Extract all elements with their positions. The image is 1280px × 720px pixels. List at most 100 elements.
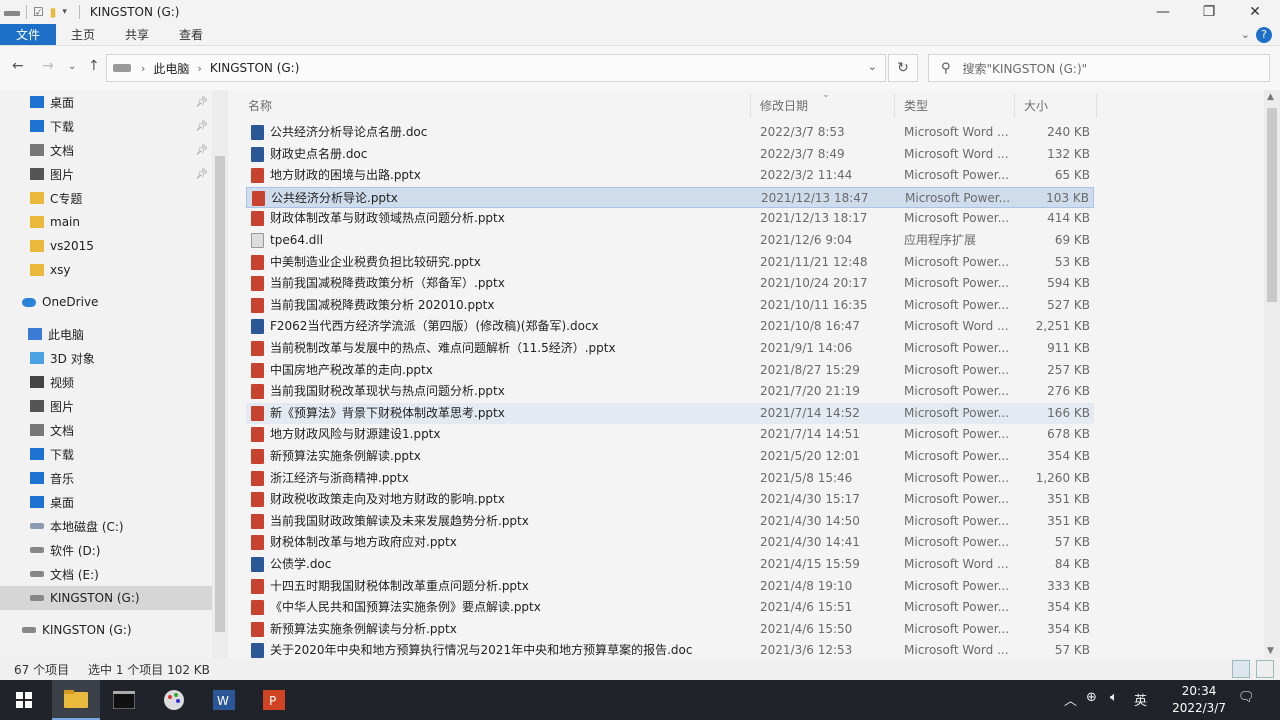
column-header-name[interactable]: 名称 bbox=[248, 94, 272, 118]
refresh-button[interactable]: ↻ bbox=[888, 54, 918, 82]
file-row[interactable]: 中国房地产税改革的走向.pptx 2021/8/27 15:29 Microsoft… bbox=[246, 360, 1094, 381]
tab-share[interactable]: 共享 bbox=[110, 24, 164, 45]
scroll-down-icon[interactable]: ▼ bbox=[1267, 646, 1274, 656]
sidebar-item[interactable]: 桌面 bbox=[0, 490, 212, 514]
column-header-type[interactable]: 类型 bbox=[904, 94, 928, 118]
taskbar-file-explorer[interactable] bbox=[52, 680, 100, 720]
file-list-scrollbar[interactable]: ▲ ▼ bbox=[1264, 90, 1280, 658]
tab-file[interactable]: 文件 bbox=[0, 24, 57, 45]
sidebar-item[interactable]: 此电脑 bbox=[0, 322, 212, 346]
column-header-date[interactable]: 修改日期 bbox=[760, 94, 808, 118]
start-button[interactable] bbox=[0, 680, 48, 720]
taskbar-powerpoint[interactable]: P bbox=[250, 680, 298, 720]
file-row[interactable]: 浙江经济与浙商精神.pptx 2021/5/8 15:46 Microsoft Po… bbox=[246, 468, 1094, 489]
sidebar-item[interactable]: 本地磁盘 (C:) bbox=[0, 514, 212, 538]
volume-icon[interactable]: 🔈︎ bbox=[1110, 690, 1118, 705]
sidebar-item[interactable]: 图片 📌︎ bbox=[0, 162, 212, 186]
file-row[interactable]: 地方财政的困境与出路.pptx 2022/3/2 11:44 Microsoft P… bbox=[246, 165, 1094, 186]
sidebar-item[interactable]: KINGSTON (G:) bbox=[0, 618, 212, 642]
chevron-down-icon[interactable]: ⌄ bbox=[868, 60, 877, 73]
sidebar-item[interactable]: OneDrive bbox=[0, 290, 212, 314]
scrollbar-thumb[interactable] bbox=[215, 156, 225, 632]
sidebar-item[interactable]: vs2015 bbox=[0, 234, 212, 258]
forward-button[interactable]: → bbox=[42, 58, 54, 74]
file-row[interactable]: 新预算法实施条例解读.pptx 2021/5/20 12:01 Microsoft … bbox=[246, 446, 1094, 467]
customize-quick-access-icon[interactable]: ▾ bbox=[62, 7, 67, 17]
recent-locations-icon[interactable]: ⌄ bbox=[68, 61, 76, 72]
scrollbar-thumb[interactable] bbox=[1267, 108, 1277, 302]
notification-icon[interactable]: 🗨︎ bbox=[1238, 690, 1255, 705]
column-divider[interactable] bbox=[750, 94, 751, 118]
breadcrumb-this-pc[interactable]: 此电脑 bbox=[153, 60, 189, 77]
palette-icon bbox=[164, 690, 184, 710]
file-row[interactable]: 当前我国财税改革现状与热点问题分析.pptx 2021/7/20 21:19 Mic… bbox=[246, 381, 1094, 402]
sidebar-item[interactable]: 音乐 bbox=[0, 466, 212, 490]
sidebar-item[interactable]: 下载 📌︎ bbox=[0, 114, 212, 138]
sidebar-item[interactable]: 软件 (D:) bbox=[0, 538, 212, 562]
file-row[interactable]: 新预算法实施条例解读与分析.pptx 2021/4/6 15:50 Microsof… bbox=[246, 619, 1094, 640]
taskbar-terminal[interactable] bbox=[100, 680, 148, 720]
sidebar-item[interactable]: 桌面 📌︎ bbox=[0, 90, 212, 114]
file-row[interactable]: 公共经济分析导论.pptx 2021/12/13 18:47 Microsoft P… bbox=[246, 186, 1094, 208]
sidebar-item[interactable]: KINGSTON (G:) bbox=[0, 586, 212, 610]
column-divider[interactable] bbox=[1014, 94, 1015, 118]
new-folder-icon[interactable]: ▮ bbox=[50, 5, 57, 19]
address-bar[interactable]: › 此电脑 › KINGSTON (G:) ⌄ bbox=[106, 54, 886, 82]
file-row[interactable]: 《中华人民共和国预算法实施条例》要点解读.pptx 2021/4/6 15:51 M… bbox=[246, 597, 1094, 618]
sidebar-item[interactable]: 3D 对象 bbox=[0, 346, 212, 370]
breadcrumb-kingston[interactable]: KINGSTON (G:) bbox=[210, 61, 300, 75]
taskbar-paint[interactable] bbox=[150, 680, 198, 720]
sidebar-item[interactable]: main bbox=[0, 210, 212, 234]
folder-icon bbox=[30, 240, 44, 252]
file-row[interactable]: 当前我国财政政策解读及未来发展趋势分析.pptx 2021/4/30 14:50 M… bbox=[246, 511, 1094, 532]
file-row[interactable]: 财税体制改革与地方政府应对.pptx 2021/4/30 14:41 Microso… bbox=[246, 532, 1094, 553]
column-header-size[interactable]: 大小 bbox=[1024, 94, 1048, 118]
sidebar-item[interactable]: 文档 📌︎ bbox=[0, 138, 212, 162]
file-row[interactable]: 地方财政风险与财源建设1.pptx 2021/7/14 14:51 Microsof… bbox=[246, 424, 1094, 445]
close-button[interactable]: ✕ bbox=[1232, 0, 1278, 24]
tab-view[interactable]: 查看 bbox=[164, 24, 218, 45]
file-row[interactable]: 中美制造业企业税费负担比较研究.pptx 2021/11/21 12:48 Micr… bbox=[246, 252, 1094, 273]
clock[interactable]: 20:34 2022/3/7 bbox=[1172, 683, 1226, 717]
column-divider[interactable] bbox=[1096, 94, 1097, 118]
sidebar-item[interactable]: C专题 bbox=[0, 186, 212, 210]
file-row[interactable]: 公债学.doc 2021/4/15 15:59 Microsoft Word ...… bbox=[246, 554, 1094, 575]
sidebar-item[interactable]: 文档 bbox=[0, 418, 212, 442]
file-date: 2021/7/14 14:51 bbox=[760, 427, 860, 442]
properties-icon[interactable]: ☑ bbox=[33, 5, 44, 19]
taskbar-word[interactable]: W bbox=[200, 680, 248, 720]
sidebar-scrollbar[interactable] bbox=[212, 90, 228, 658]
search-input[interactable]: ⚲ 搜索"KINGSTON (G:)" bbox=[928, 54, 1270, 82]
minimize-button[interactable]: — bbox=[1140, 0, 1186, 24]
file-row[interactable]: 当前税制改革与发展中的热点、难点问题解析（11.5经济）.pptx 2021/9/… bbox=[246, 338, 1094, 359]
up-button[interactable]: ↑ bbox=[88, 58, 100, 74]
file-row[interactable]: 财政体制改革与财政领域热点问题分析.pptx 2021/12/13 18:17 Mi… bbox=[246, 208, 1094, 229]
help-icon[interactable]: ? bbox=[1256, 27, 1272, 43]
details-view-icon[interactable] bbox=[1232, 660, 1250, 678]
tab-home[interactable]: 主页 bbox=[56, 24, 110, 45]
column-divider[interactable] bbox=[894, 94, 895, 118]
file-row[interactable]: F2062当代西方经济学流派（第四版）(修改稿)(郑备军).docx 2021/1… bbox=[246, 316, 1094, 337]
network-icon[interactable]: ⊕ bbox=[1086, 690, 1097, 705]
show-hidden-icons-icon[interactable]: ︿ bbox=[1064, 690, 1077, 709]
file-row[interactable]: 公共经济分析导论点名册.doc 2022/3/7 8:53 Microsoft Wo… bbox=[246, 122, 1094, 143]
sidebar-item[interactable]: 视频 bbox=[0, 370, 212, 394]
sidebar-item[interactable]: 下载 bbox=[0, 442, 212, 466]
file-row[interactable]: 当前我国减税降费政策分析（郑备军）.pptx 2021/10/24 20:17 Mi… bbox=[246, 273, 1094, 294]
input-method[interactable]: 英 bbox=[1134, 690, 1147, 709]
scroll-up-icon[interactable]: ▲ bbox=[1267, 92, 1274, 102]
item-count: 67 个项目 bbox=[14, 663, 70, 677]
file-row[interactable]: tpe64.dll 2021/12/6 9:04 应用程序扩展 69 KB bbox=[246, 230, 1094, 251]
maximize-button[interactable]: ❐ bbox=[1186, 0, 1232, 24]
file-row[interactable]: 十四五时期我国财税体制改革重点问题分析.pptx 2021/4/8 19:10 Mi… bbox=[246, 576, 1094, 597]
expand-ribbon-icon[interactable]: ⌄ bbox=[1241, 28, 1250, 41]
file-row[interactable]: 新《预算法》背景下财税体制改革思考.pptx 2021/7/14 14:52 Mic… bbox=[246, 402, 1094, 424]
file-row[interactable]: 当前我国减税降费政策分析 202010.pptx 2021/10/11 16:35… bbox=[246, 295, 1094, 316]
sidebar-item[interactable]: xsy bbox=[0, 258, 212, 282]
file-row[interactable]: 财政税收政策走向及对地方财政的影响.pptx 2021/4/30 15:17 Mic… bbox=[246, 489, 1094, 510]
back-button[interactable]: ← bbox=[12, 58, 24, 74]
sidebar-item[interactable]: 图片 bbox=[0, 394, 212, 418]
large-icons-view-icon[interactable] bbox=[1256, 660, 1274, 678]
file-row[interactable]: 财政史点名册.doc 2022/3/7 8:49 Microsoft Word ..… bbox=[246, 144, 1094, 165]
sidebar-item[interactable]: 文档 (E:) bbox=[0, 562, 212, 586]
